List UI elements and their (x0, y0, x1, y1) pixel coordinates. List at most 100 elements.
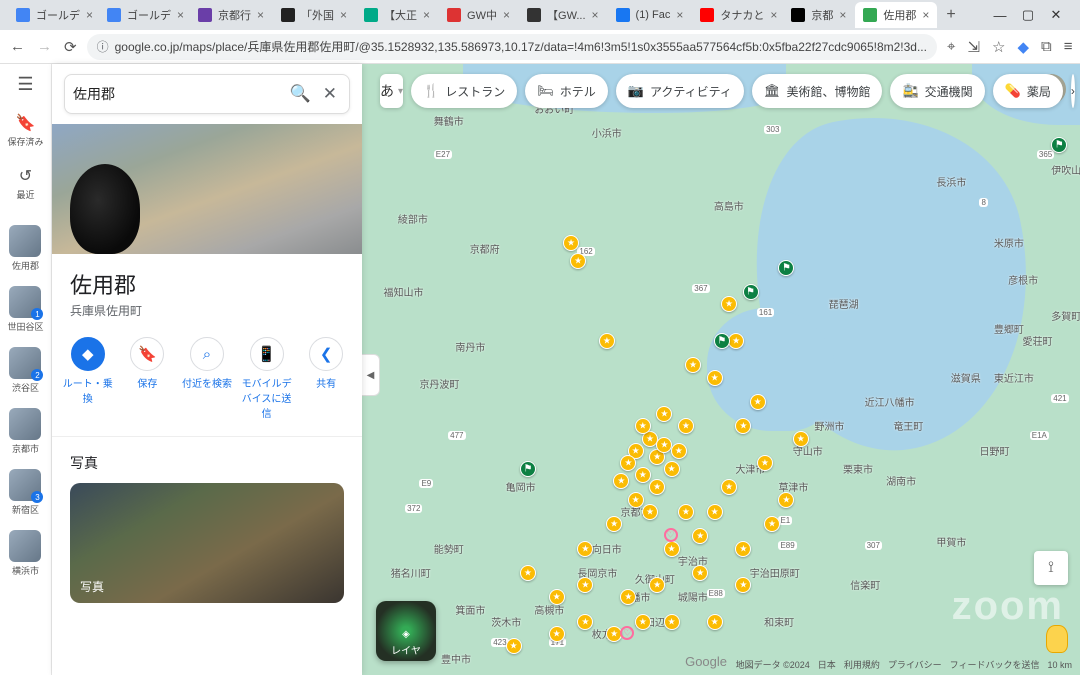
saved-pin[interactable] (577, 541, 593, 557)
site-info-icon[interactable]: ⓘ (97, 38, 109, 55)
clear-icon[interactable]: ✕ (319, 80, 341, 108)
bookmark-icon[interactable]: ☆ (992, 38, 1005, 56)
tab-close-icon[interactable]: × (922, 8, 929, 22)
extension-icon[interactable]: ◆ (1017, 38, 1029, 56)
rail-recent-item[interactable]: 横浜市 (9, 530, 41, 577)
chip-transit[interactable]: 🚉交通機関 (890, 74, 984, 108)
ime-indicator[interactable]: あ▾ (380, 74, 403, 108)
browser-tab[interactable]: 「外国× (273, 2, 355, 28)
layers-button[interactable]: ◈ レイヤ (376, 601, 436, 661)
saved-pin[interactable] (606, 516, 622, 532)
search-input[interactable] (73, 86, 282, 102)
search-icon[interactable]: 🔍 (286, 80, 315, 108)
minimize-icon[interactable]: — (994, 9, 1006, 21)
share-button[interactable]: ❮共有 (296, 337, 356, 420)
maximize-icon[interactable]: ▢ (1022, 9, 1034, 21)
chip-restaurants[interactable]: 🍴レストラン (411, 74, 517, 108)
saved-pin[interactable] (707, 614, 723, 630)
saved-pin[interactable] (628, 492, 644, 508)
saved-pin[interactable] (778, 492, 794, 508)
omnibox[interactable]: ⓘ google.co.jp/maps/place/兵庫県佐用郡佐用町/@35.… (87, 34, 937, 60)
tab-close-icon[interactable]: × (423, 8, 430, 22)
saved-pin[interactable] (685, 357, 701, 373)
searchbox[interactable]: 🔍 ✕ (64, 74, 350, 114)
saved-pin[interactable] (649, 479, 665, 495)
rail-recent-item[interactable]: 京都市 (9, 408, 41, 455)
chip-pharmacy[interactable]: 💊薬局 (993, 74, 1063, 108)
place-hero-photo[interactable] (52, 124, 362, 254)
new-tab-button[interactable]: + (938, 6, 963, 24)
saved-pin[interactable] (570, 253, 586, 269)
reading-list-icon[interactable]: ≡ (1064, 38, 1073, 55)
tab-close-icon[interactable]: × (839, 8, 846, 22)
tab-close-icon[interactable]: × (340, 8, 347, 22)
saved-pin[interactable] (793, 431, 809, 447)
saved-pin[interactable] (678, 504, 694, 520)
saved-pin[interactable] (577, 577, 593, 593)
tab-close-icon[interactable]: × (86, 8, 93, 22)
saved-pin[interactable] (678, 418, 694, 434)
saved-pin[interactable] (721, 479, 737, 495)
photos-card[interactable]: 写真 (70, 483, 344, 603)
install-icon[interactable]: ⇲ (967, 38, 980, 56)
saved-pin[interactable] (757, 455, 773, 471)
saved-pin[interactable] (664, 614, 680, 630)
saved-pin[interactable] (649, 577, 665, 593)
browser-tab[interactable]: 佐用郡× (855, 2, 937, 28)
flag-pin[interactable] (1051, 137, 1067, 153)
attribution-item[interactable]: フィードバックを送信 (950, 658, 1040, 671)
browser-tab[interactable]: ゴールデ× (99, 2, 189, 28)
saved-pin[interactable] (635, 614, 651, 630)
location-icon[interactable]: ⌖ (947, 38, 955, 55)
browser-tab[interactable]: 【GW...× (519, 2, 607, 28)
saved-pin[interactable] (642, 504, 658, 520)
saved-pin[interactable] (635, 467, 651, 483)
flag-pin[interactable] (714, 333, 730, 349)
tab-close-icon[interactable]: × (676, 8, 683, 22)
saved-pin[interactable] (735, 418, 751, 434)
forward-icon[interactable]: → (37, 38, 52, 56)
saved-pin[interactable] (764, 516, 780, 532)
rail-recent-item[interactable]: 2渋谷区 (9, 347, 41, 394)
browser-tab[interactable]: 【大正× (356, 2, 438, 28)
saved-pin[interactable] (620, 455, 636, 471)
saved-pin[interactable] (750, 394, 766, 410)
close-icon[interactable]: ✕ (1050, 9, 1062, 21)
chip-museums[interactable]: 🏛美術館、博物館 (752, 74, 883, 108)
menu-button[interactable]: ☰ (17, 74, 33, 95)
saved-pin[interactable] (549, 626, 565, 642)
saved-pin[interactable] (563, 235, 579, 251)
saved-pin[interactable] (671, 443, 687, 459)
chip-hotels[interactable]: 🛏ホテル (525, 74, 608, 108)
tab-close-icon[interactable]: × (592, 8, 599, 22)
saved-pin[interactable] (735, 577, 751, 593)
rail-recents[interactable]: ↺ 最近 (16, 166, 34, 201)
browser-tab[interactable]: ゴールデ× (8, 2, 98, 28)
flag-pin[interactable] (743, 284, 759, 300)
tab-close-icon[interactable]: × (177, 8, 184, 22)
saved-pin[interactable] (707, 370, 723, 386)
saved-pin[interactable] (506, 638, 522, 654)
map-canvas[interactable]: ◀ あ▾ 🍴レストラン 🛏ホテル 📷アクティビティ 🏛美術館、博物館 🚉交通機関… (362, 64, 1080, 675)
saved-pin[interactable] (664, 461, 680, 477)
reload-icon[interactable]: ⟳ (64, 38, 77, 56)
saved-pin[interactable] (721, 296, 737, 312)
saved-pin[interactable] (656, 406, 672, 422)
directions-button[interactable]: ◆ルート・乗換 (58, 337, 118, 420)
save-button[interactable]: 🔖保存 (118, 337, 178, 420)
collapse-panel-button[interactable]: ◀ (362, 354, 380, 396)
tab-close-icon[interactable]: × (503, 8, 510, 22)
attribution-item[interactable]: 利用規約 (844, 658, 880, 671)
flag-pin[interactable] (520, 461, 536, 477)
browser-tab[interactable]: 京都行× (190, 2, 272, 28)
browser-tab[interactable]: GW中× (439, 2, 518, 28)
attribution-item[interactable]: プライバシー (888, 658, 942, 671)
saved-pin[interactable] (599, 333, 615, 349)
rail-recent-item[interactable]: 1世田谷区 (7, 286, 43, 333)
chip-activities[interactable]: 📷アクティビティ (616, 74, 744, 108)
saved-pin[interactable] (613, 473, 629, 489)
nearby-button[interactable]: ⌕付近を検索 (177, 337, 237, 420)
saved-pin[interactable] (707, 504, 723, 520)
saved-pin[interactable] (664, 541, 680, 557)
pegman[interactable] (1046, 625, 1068, 653)
